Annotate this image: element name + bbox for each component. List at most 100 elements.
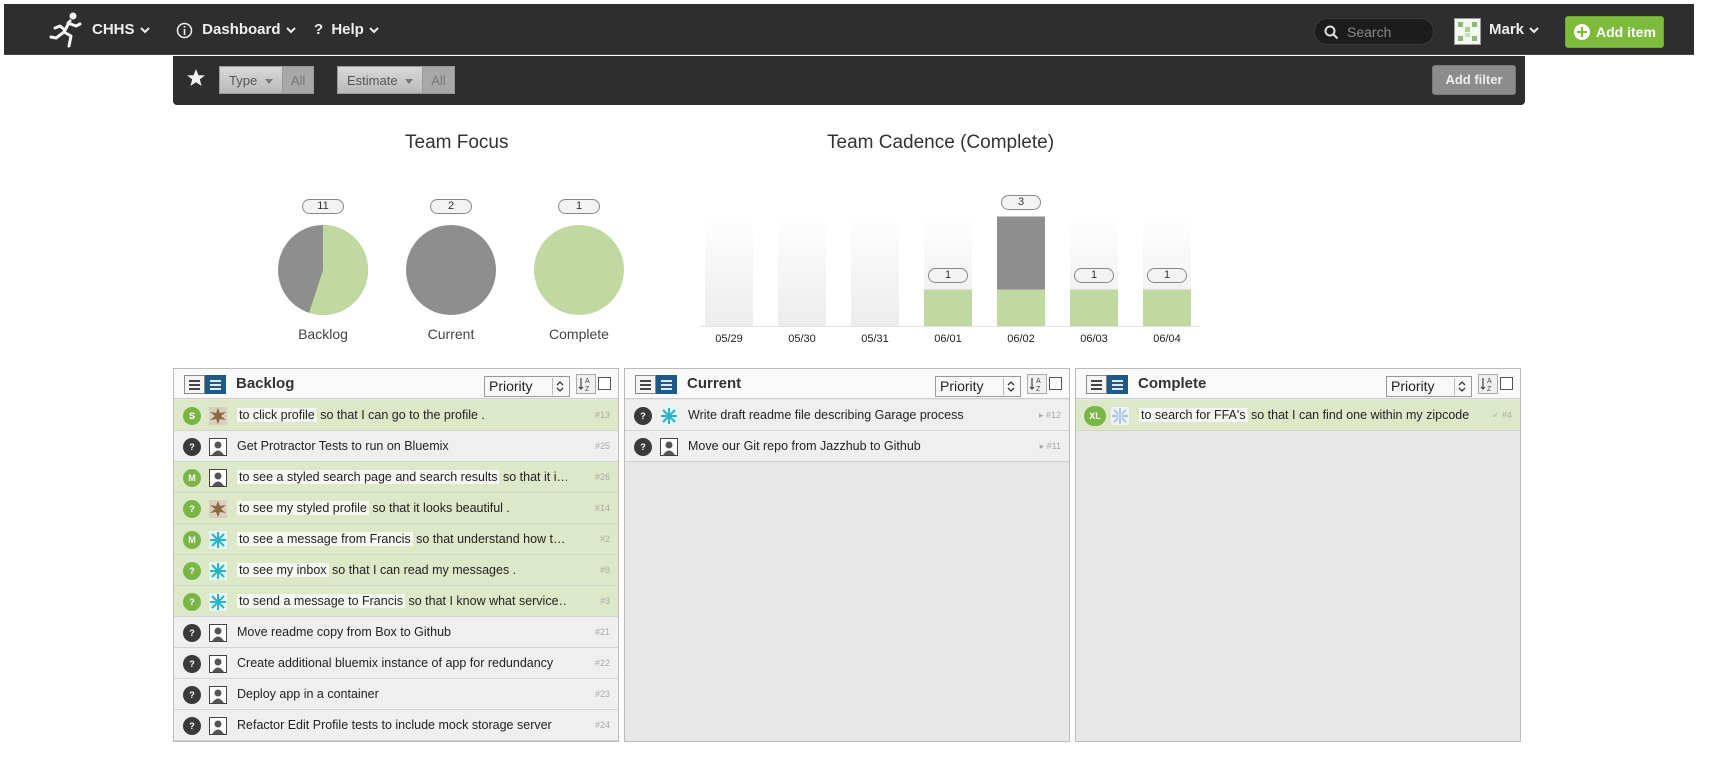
- size-badge[interactable]: ?: [183, 686, 201, 704]
- sort-select-value: Priority: [940, 378, 984, 394]
- chevron-down-icon: [369, 27, 379, 34]
- owner-avatar-icon[interactable]: [209, 717, 227, 735]
- size-badge[interactable]: ?: [183, 717, 201, 735]
- sort-select[interactable]: Priority: [1386, 376, 1472, 397]
- sort-az-icon[interactable]: AZ: [1027, 374, 1047, 394]
- owner-avatar-icon[interactable]: [209, 655, 227, 673]
- size-badge[interactable]: ?: [183, 500, 201, 518]
- help-menu-label: Help: [331, 21, 364, 38]
- task-item[interactable]: ? Deploy app in a container #23: [174, 679, 618, 710]
- x-tick-label: 06/02: [1007, 333, 1035, 345]
- select-all-checkbox[interactable]: [1500, 377, 1513, 390]
- size-badge[interactable]: ?: [634, 407, 652, 425]
- select-all-checkbox[interactable]: [1049, 377, 1062, 390]
- item-text: Get Protractor Tests to run on Bluemix: [237, 439, 449, 453]
- story-item[interactable]: Sto click profile so that I can go to th…: [174, 400, 618, 431]
- sort-select[interactable]: Priority: [935, 376, 1021, 397]
- star-icon[interactable]: [186, 68, 206, 88]
- task-item[interactable]: ? Get Protractor Tests to run on Bluemix #…: [174, 431, 618, 462]
- caret-down-icon: [264, 78, 273, 84]
- task-title: Create additional bluemix instance of ap…: [237, 656, 554, 670]
- type-filter-dropdown[interactable]: Type: [219, 66, 283, 94]
- column-title: Complete: [1138, 375, 1207, 392]
- owner-avatar-icon[interactable]: [209, 593, 227, 611]
- task-item[interactable]: ? Move readme copy from Box to Github #21: [174, 617, 618, 648]
- item-list: XL to search for FFA's so that I can find…: [1076, 400, 1520, 431]
- task-title: Get Protractor Tests to run on Bluemix: [237, 439, 449, 453]
- list-view-icon[interactable]: [184, 375, 205, 394]
- avatar-head: [665, 441, 673, 449]
- item-text: to search for FFA's so that I can find o…: [1139, 408, 1469, 422]
- estimate-filter-dropdown[interactable]: Estimate: [337, 66, 424, 94]
- item-number: #14: [594, 503, 610, 513]
- card-view-icon[interactable]: [656, 375, 677, 394]
- sort-az-icon[interactable]: AZ: [576, 374, 596, 394]
- owner-avatar-icon[interactable]: [209, 531, 227, 549]
- owner-avatar-icon[interactable]: [1111, 407, 1129, 425]
- size-badge[interactable]: S: [183, 407, 201, 425]
- size-badge[interactable]: ?: [183, 655, 201, 673]
- list-view-icon[interactable]: [1086, 375, 1107, 394]
- size-badge[interactable]: ?: [183, 624, 201, 642]
- owner-avatar-icon[interactable]: [209, 438, 227, 456]
- add-filter-button[interactable]: Add filter: [1432, 65, 1516, 95]
- type-filter-value[interactable]: All: [282, 66, 315, 94]
- owner-avatar-icon[interactable]: [209, 686, 227, 704]
- help-menu[interactable]: ? Help: [314, 4, 380, 55]
- item-list: Sto click profile so that I can go to th…: [174, 400, 618, 741]
- user-menu[interactable]: Mark: [1489, 4, 1540, 55]
- task-item[interactable]: ? Create additional bluemix instance of a…: [174, 648, 618, 679]
- add-item-button[interactable]: Add item: [1565, 16, 1664, 48]
- story-role: to click profile: [237, 408, 317, 422]
- item-text: to see a styled search page and search r…: [237, 470, 567, 484]
- story-item[interactable]: Mto see a styled search page and search …: [174, 462, 618, 493]
- size-badge[interactable]: ?: [183, 562, 201, 580]
- task-item[interactable]: ? Write draft readme file describing Gara…: [625, 400, 1069, 431]
- story-item[interactable]: Mto see a message from Francis so that u…: [174, 524, 618, 555]
- size-badge[interactable]: ?: [183, 593, 201, 611]
- estimate-filter-value[interactable]: All: [423, 66, 455, 94]
- item-number: ▸ #12: [1038, 410, 1061, 420]
- story-item[interactable]: ? to see my inbox so that I can read my m…: [174, 555, 618, 586]
- owner-avatar-icon[interactable]: [660, 438, 678, 456]
- owner-avatar-icon[interactable]: [209, 624, 227, 642]
- owner-avatar-icon[interactable]: [209, 469, 227, 487]
- card-view-icon[interactable]: [1107, 375, 1128, 394]
- list-view-icon[interactable]: [635, 375, 656, 394]
- story-item[interactable]: ? to see my styled profile so that it loo…: [174, 493, 618, 524]
- search-input[interactable]: [1345, 22, 1429, 42]
- story-item[interactable]: ? to send a message to Francis so that I …: [174, 586, 618, 617]
- card-view-icon[interactable]: [205, 375, 226, 394]
- column-backlog: Backlog Priority A Z Sto click profile so th…: [173, 368, 619, 742]
- owner-avatar-icon[interactable]: [209, 500, 227, 518]
- runner-logo-icon[interactable]: [49, 11, 85, 49]
- owner-avatar-icon[interactable]: [209, 562, 227, 580]
- bar-complete: [1143, 289, 1191, 326]
- select-all-checkbox[interactable]: [598, 377, 611, 390]
- size-badge[interactable]: M: [183, 531, 201, 549]
- size-badge[interactable]: ?: [634, 438, 652, 456]
- user-avatar[interactable]: [1454, 18, 1481, 45]
- size-badge[interactable]: ?: [183, 438, 201, 456]
- estimate-filter: Estimate All: [337, 66, 455, 94]
- bar-background: [851, 216, 899, 326]
- story-benefit: so that I can read my messages .: [332, 563, 517, 577]
- avatar-pattern: [210, 594, 226, 610]
- user-name: Mark: [1489, 21, 1525, 38]
- owner-avatar-icon[interactable]: [209, 407, 227, 425]
- svg-text:Z: Z: [1036, 386, 1041, 393]
- size-badge[interactable]: XL: [1084, 406, 1106, 426]
- story-item[interactable]: XL to search for FFA's so that I can find…: [1076, 400, 1520, 431]
- task-item[interactable]: ? Move our Git repo from Jazzhub to Githu…: [625, 431, 1069, 462]
- dashboard-menu[interactable]: Dashboard: [176, 4, 297, 55]
- sort-select[interactable]: Priority: [484, 376, 570, 397]
- item-number: #25: [594, 441, 610, 451]
- svg-text:Z: Z: [1487, 386, 1492, 393]
- sort-az-icon[interactable]: AZ: [1478, 374, 1498, 394]
- svg-text:A: A: [1487, 378, 1492, 385]
- size-badge[interactable]: M: [183, 469, 201, 487]
- project-menu-label: CHHS: [92, 21, 135, 38]
- task-item[interactable]: ? Refactor Edit Profile tests to include …: [174, 710, 618, 741]
- owner-avatar-icon[interactable]: [660, 407, 678, 425]
- project-menu[interactable]: CHHS: [92, 4, 151, 55]
